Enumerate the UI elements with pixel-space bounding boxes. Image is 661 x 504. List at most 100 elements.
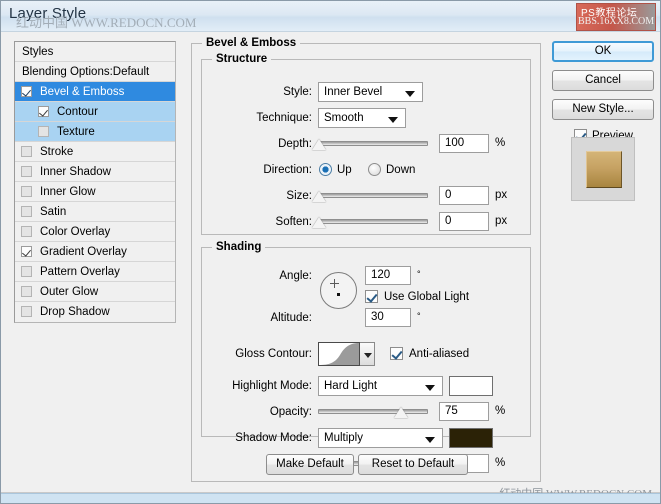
checkbox-bevel-emboss[interactable]: [21, 86, 32, 97]
size-input[interactable]: 0: [439, 186, 489, 205]
highlight-opacity-thumb[interactable]: [394, 407, 408, 418]
checkbox-outer-glow[interactable]: [21, 286, 32, 297]
chevron-down-icon: [364, 353, 372, 358]
style-item-label: Pattern Overlay: [40, 266, 120, 278]
size-label: Size:: [212, 186, 312, 206]
style-item-texture[interactable]: Texture: [15, 122, 175, 142]
direction-label: Direction:: [212, 160, 312, 180]
style-item-color-overlay[interactable]: Color Overlay: [15, 222, 175, 242]
altitude-label: Altitude:: [212, 308, 312, 328]
highlight-opacity-slider[interactable]: [318, 404, 428, 420]
depth-slider[interactable]: [318, 136, 428, 152]
style-item-label: Color Overlay: [40, 226, 110, 238]
style-item-inner-glow[interactable]: Inner Glow: [15, 182, 175, 202]
technique-dropdown-value: Smooth: [324, 112, 364, 124]
gloss-contour-preview[interactable]: [318, 342, 360, 366]
checkbox-satin[interactable]: [21, 206, 32, 217]
style-item-satin[interactable]: Satin: [15, 202, 175, 222]
style-item-label: Drop Shadow: [40, 306, 110, 318]
chevron-down-icon: [388, 117, 398, 123]
angle-center-dot: [337, 293, 340, 296]
chevron-down-icon: [425, 437, 435, 443]
highlight-color-swatch[interactable]: [449, 376, 493, 396]
style-item-outer-glow[interactable]: Outer Glow: [15, 282, 175, 302]
soften-unit: px: [495, 212, 507, 231]
depth-slider-thumb[interactable]: [312, 139, 326, 150]
soften-slider-thumb[interactable]: [312, 217, 326, 228]
depth-unit: %: [495, 134, 505, 153]
footer-strip: [1, 493, 660, 503]
shading-legend: Shading: [212, 241, 265, 253]
style-item-label: Inner Glow: [40, 186, 96, 198]
checkbox-inner-shadow[interactable]: [21, 166, 32, 177]
cancel-button[interactable]: Cancel: [552, 70, 654, 91]
soften-slider[interactable]: [318, 214, 428, 230]
style-dropdown[interactable]: Inner Bevel: [318, 82, 423, 102]
highlight-opacity-track: [318, 409, 428, 414]
style-item-label: Stroke: [40, 146, 73, 158]
style-item-label: Bevel & Emboss: [40, 86, 124, 98]
reset-to-default-button[interactable]: Reset to Default: [358, 454, 468, 475]
style-label: Style:: [212, 82, 312, 102]
window-title: Layer Style: [9, 5, 86, 22]
depth-input[interactable]: 100: [439, 134, 489, 153]
shadow-mode-dropdown[interactable]: Multiply: [318, 428, 443, 448]
make-default-button[interactable]: Make Default: [266, 454, 354, 475]
shadow-mode-value: Multiply: [324, 432, 363, 444]
angle-input[interactable]: 120: [365, 266, 411, 285]
checkbox-inner-glow[interactable]: [21, 186, 32, 197]
highlight-mode-value: Hard Light: [324, 380, 377, 392]
anti-aliased-label: Anti-aliased: [409, 348, 469, 361]
direction-down-label: Down: [386, 164, 415, 177]
forum-logo-watermark: PS教程论坛 BBS.16XX8.COM: [576, 3, 656, 31]
checkbox-contour[interactable]: [38, 106, 49, 117]
styles-list-panel: Styles Blending Options:Default Bevel & …: [14, 41, 176, 323]
direction-up-label: Up: [337, 164, 352, 177]
style-item-inner-shadow[interactable]: Inner Shadow: [15, 162, 175, 182]
technique-dropdown[interactable]: Smooth: [318, 108, 406, 128]
dialog-buttons-panel: OK Cancel New Style... Preview: [552, 41, 654, 144]
style-item-label: Outer Glow: [40, 286, 98, 298]
size-slider-thumb[interactable]: [312, 191, 326, 202]
size-unit: px: [495, 186, 507, 205]
checkbox-stroke[interactable]: [21, 146, 32, 157]
blending-options-label: Blending Options:Default: [22, 66, 149, 78]
altitude-input[interactable]: 30: [365, 308, 411, 327]
style-item-pattern-overlay[interactable]: Pattern Overlay: [15, 262, 175, 282]
style-item-contour[interactable]: Contour: [15, 102, 175, 122]
blending-options-row[interactable]: Blending Options:Default: [15, 62, 175, 82]
checkbox-gradient-overlay[interactable]: [21, 246, 32, 257]
soften-label: Soften:: [212, 212, 312, 232]
highlight-mode-dropdown[interactable]: Hard Light: [318, 376, 443, 396]
anti-aliased-checkbox[interactable]: [390, 347, 403, 360]
soften-input[interactable]: 0: [439, 212, 489, 231]
checkbox-texture[interactable]: [38, 126, 49, 137]
highlight-opacity-input[interactable]: 75: [439, 402, 489, 421]
style-item-label: Texture: [57, 126, 95, 138]
checkbox-drop-shadow[interactable]: [21, 306, 32, 317]
angle-dial[interactable]: [320, 272, 357, 309]
highlight-mode-label: Highlight Mode:: [202, 376, 312, 396]
new-style-button[interactable]: New Style...: [552, 99, 654, 120]
styles-list-header: Styles: [15, 42, 175, 62]
style-item-bevel-emboss[interactable]: Bevel & Emboss: [15, 82, 175, 102]
checkbox-color-overlay[interactable]: [21, 226, 32, 237]
depth-label: Depth:: [212, 134, 312, 154]
preview-thumbnail-shape: [586, 151, 622, 188]
gloss-contour-dropdown[interactable]: [360, 342, 375, 366]
use-global-light-checkbox[interactable]: [365, 290, 378, 303]
direction-down-radio[interactable]: [368, 163, 381, 176]
shadow-color-swatch[interactable]: [449, 428, 493, 448]
direction-up-radio[interactable]: [319, 163, 332, 176]
styles-header-label: Styles: [22, 46, 53, 58]
size-slider[interactable]: [318, 188, 428, 204]
use-global-light-label: Use Global Light: [384, 291, 469, 304]
style-item-drop-shadow[interactable]: Drop Shadow: [15, 302, 175, 322]
style-item-gradient-overlay[interactable]: Gradient Overlay: [15, 242, 175, 262]
style-item-stroke[interactable]: Stroke: [15, 142, 175, 162]
structure-legend: Structure: [212, 53, 271, 65]
size-slider-track: [318, 193, 428, 198]
ok-button[interactable]: OK: [552, 41, 654, 62]
shading-group: Shading Angle: 120 ° Use Global Light Al…: [201, 247, 531, 437]
checkbox-pattern-overlay[interactable]: [21, 266, 32, 277]
